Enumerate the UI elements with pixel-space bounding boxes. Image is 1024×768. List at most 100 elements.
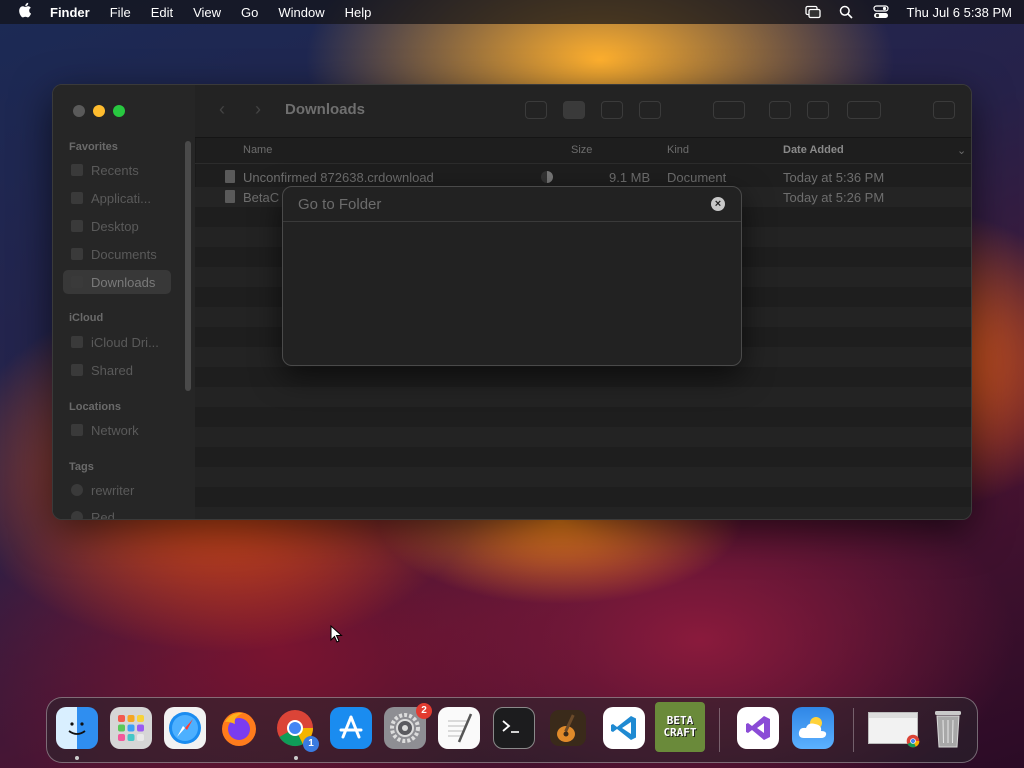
list-column-header: Name Size Kind Date Added ⌄ (195, 137, 971, 164)
sidebar-item-tag-rewriter[interactable]: rewriter (63, 478, 171, 502)
garageband-dock-icon[interactable] (547, 707, 589, 749)
tag-icon[interactable] (807, 101, 829, 119)
sidebar-section-favorites: Favorites (69, 141, 118, 153)
spotlight-search-icon[interactable] (839, 5, 855, 19)
sidebar-item-desktop[interactable]: Desktop (63, 214, 171, 238)
dock-separator (853, 708, 854, 752)
firefox-dock-icon[interactable] (218, 707, 260, 749)
gallery-view-button[interactable] (639, 101, 661, 119)
icon-view-button[interactable] (525, 101, 547, 119)
terminal-dock-icon[interactable] (493, 707, 535, 749)
trash-dock-icon[interactable] (927, 707, 969, 749)
list-view-button[interactable] (563, 101, 585, 119)
launchpad-dock-icon[interactable] (110, 707, 152, 749)
sidebar-item-documents[interactable]: Documents (63, 242, 171, 266)
share-icon[interactable] (769, 101, 791, 119)
group-by-button[interactable] (713, 101, 745, 119)
file-size: 9.1 MB (609, 170, 651, 185)
go-to-folder-dialog: Go to Folder × (282, 186, 742, 366)
dock-separator (719, 708, 720, 752)
file-kind: Document (667, 170, 727, 185)
control-center-icon[interactable] (872, 5, 889, 19)
close-window-button[interactable] (73, 105, 85, 117)
shared-folder-icon (71, 364, 83, 376)
sidebar-item-label: Applicati... (91, 190, 151, 206)
sidebar-item-applications[interactable]: Applicati... (63, 186, 171, 210)
dialog-title: Go to Folder (298, 196, 382, 213)
textedit-dock-icon[interactable] (438, 707, 480, 749)
menu-window[interactable]: Window (278, 5, 324, 20)
column-view-button[interactable] (601, 101, 623, 119)
file-name: Unconfirmed 872638.crdownload (243, 170, 434, 185)
sidebar-item-recents[interactable]: Recents (63, 158, 171, 182)
cloud-icon (71, 336, 83, 348)
chrome-icon (906, 734, 920, 748)
sidebar-item-label: rewriter (91, 482, 135, 498)
sidebar-item-icloud-drive[interactable]: iCloud Dri... (63, 330, 171, 354)
maximize-window-button[interactable] (113, 105, 125, 117)
menu-file[interactable]: File (110, 5, 131, 20)
weather-dock-icon[interactable] (792, 707, 834, 749)
visual-studio-dock-icon[interactable] (737, 707, 779, 749)
vscode-dock-icon[interactable] (603, 707, 645, 749)
tag-dot-icon (71, 484, 83, 496)
menu-edit[interactable]: Edit (151, 5, 173, 20)
betacraft-dock-icon[interactable]: BETA CRAFT (655, 702, 705, 752)
menu-view[interactable]: View (193, 5, 221, 20)
forward-arrow-icon[interactable]: › (255, 99, 261, 120)
notification-badge: 2 (416, 703, 432, 719)
thumbnail-titlebar (869, 713, 917, 718)
app-file-icon (225, 190, 235, 203)
window-title: Downloads (285, 101, 366, 118)
sidebar-item-label: Documents (91, 246, 157, 262)
chevron-down-icon[interactable]: ⌄ (957, 144, 966, 157)
safari-dock-icon[interactable] (164, 707, 206, 749)
finder-dock-icon[interactable] (56, 707, 98, 749)
close-icon[interactable]: × (711, 197, 725, 211)
table-row[interactable]: Unconfirmed 872638.crdownload 9.1 MB Doc… (195, 167, 971, 187)
column-kind[interactable]: Kind (667, 144, 689, 156)
search-icon[interactable] (933, 101, 955, 119)
action-gear-icon[interactable] (847, 101, 881, 119)
column-date-added[interactable]: Date Added (783, 144, 844, 156)
sidebar-item-label: Shared (91, 362, 133, 378)
sidebar-item-label: Desktop (91, 218, 139, 234)
minimized-chrome-window-thumbnail[interactable] (867, 707, 920, 749)
download-icon (71, 276, 83, 288)
running-indicator (75, 756, 79, 760)
applications-icon (71, 192, 83, 204)
sidebar-item-tag-red[interactable]: Red (63, 505, 171, 519)
sidebar-item-label: Network (91, 422, 139, 438)
menu-bar: Finder File Edit View Go Window Help Thu… (0, 0, 1024, 24)
screen-mirroring-icon[interactable] (804, 5, 821, 19)
dialog-header: Go to Folder × (283, 187, 741, 222)
menu-go[interactable]: Go (241, 5, 258, 20)
file-date-added: Today at 5:36 PM (783, 170, 885, 185)
minimize-window-button[interactable] (93, 105, 105, 117)
menu-finder[interactable]: Finder (50, 5, 90, 20)
betacraft-logo-text: BETA CRAFT (663, 714, 697, 739)
column-size[interactable]: Size (571, 144, 592, 156)
file-name: BetaC (243, 190, 280, 205)
sidebar-item-label: iCloud Dri... (91, 334, 159, 350)
sidebar-item-network[interactable]: Network (63, 418, 171, 442)
sidebar-item-shared[interactable]: Shared (63, 358, 171, 382)
app-store-dock-icon[interactable] (330, 707, 372, 749)
mouse-pointer-icon (330, 625, 343, 643)
menu-clock[interactable]: Thu Jul 6 5:38 PM (907, 5, 1013, 20)
running-indicator (294, 756, 298, 760)
column-name[interactable]: Name (243, 144, 272, 156)
file-date-added: Today at 5:26 PM (783, 190, 885, 205)
dock: 1 2 BETA CRAFT (46, 697, 978, 763)
desktop-icon (71, 220, 83, 232)
sidebar-scrollbar[interactable] (185, 141, 191, 391)
back-arrow-icon[interactable]: ‹ (219, 99, 225, 120)
download-progress-icon (541, 171, 553, 183)
window-controls (73, 105, 125, 117)
document-icon (225, 170, 235, 183)
sidebar-item-downloads[interactable]: Downloads (63, 270, 171, 294)
document-icon (71, 248, 83, 260)
finder-sidebar: Favorites Recents Applicati... Desktop D… (53, 85, 196, 519)
menu-help[interactable]: Help (345, 5, 372, 20)
apple-menu-icon[interactable] (18, 2, 32, 22)
